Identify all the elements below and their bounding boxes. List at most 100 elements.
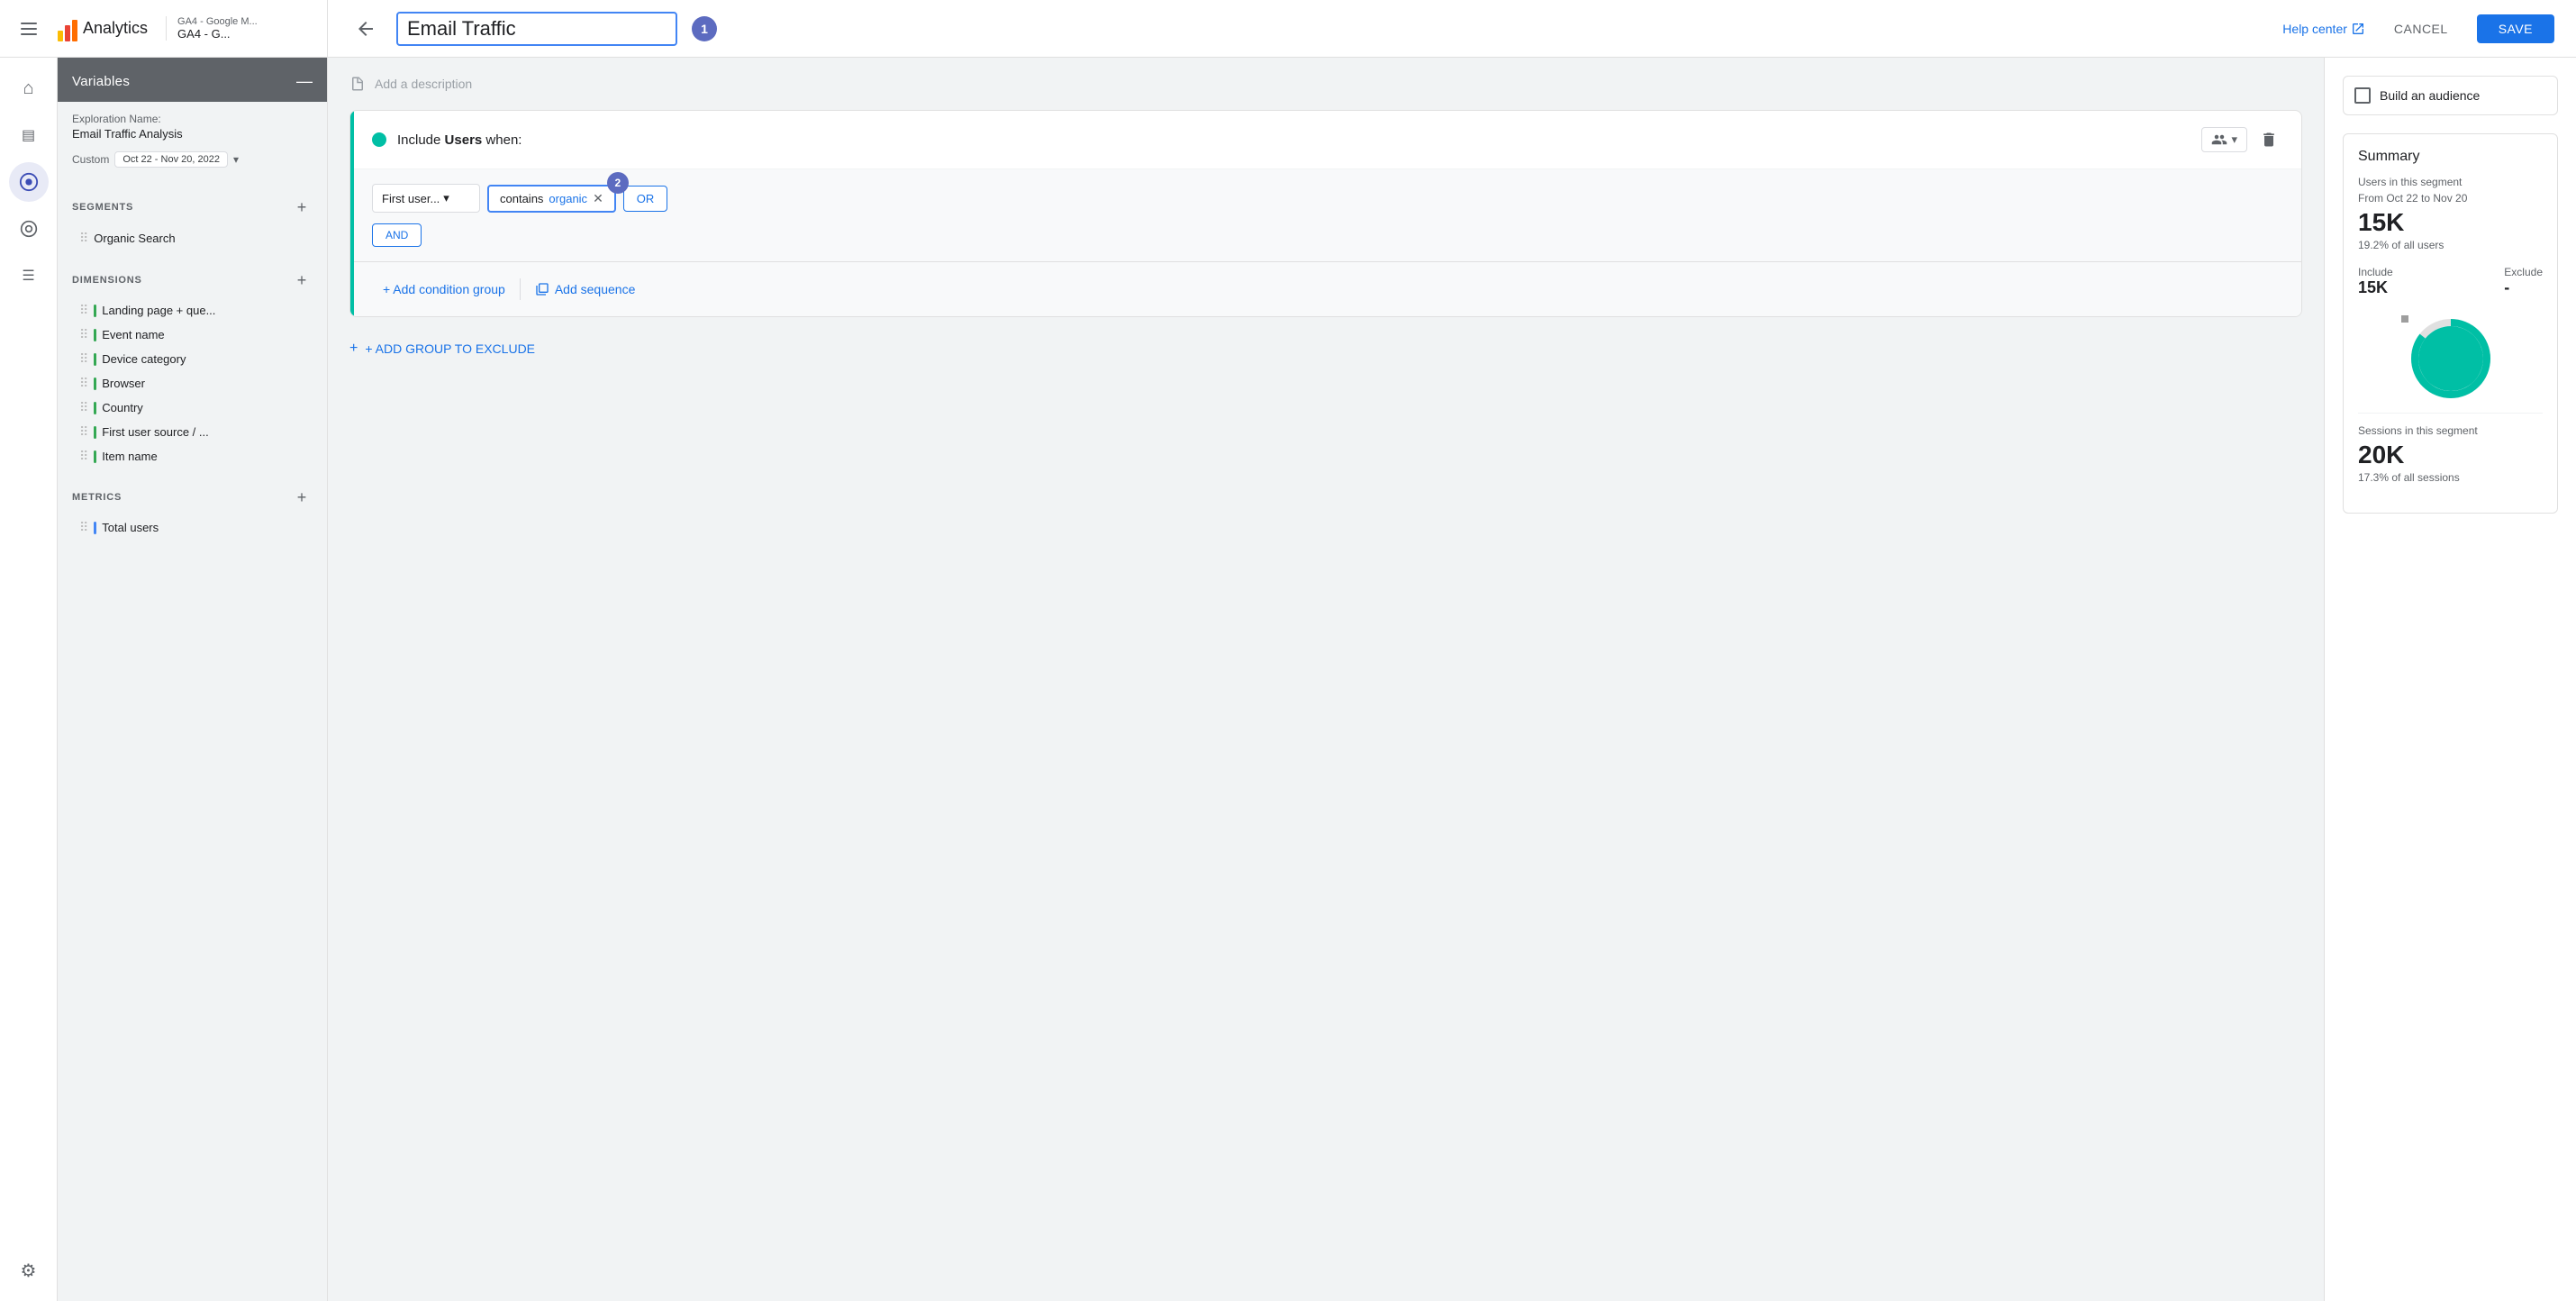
cancel-button[interactable]: CANCEL — [2380, 14, 2463, 43]
dim-landing-page[interactable]: ⠿ Landing page + que... — [72, 298, 313, 323]
menu-icon[interactable] — [14, 14, 43, 43]
summary-card: Summary Users in this segment From Oct 2… — [2343, 133, 2558, 514]
add-segment-button[interactable]: + — [291, 196, 313, 218]
filter-field-selector[interactable]: First user... ▾ — [372, 184, 480, 213]
nav-explore[interactable] — [9, 162, 49, 202]
main-content: 1 Help center CANCEL SAVE Add a descript… — [328, 0, 2576, 1301]
date-range-chip[interactable]: Oct 22 - Nov 20, 2022 — [114, 151, 228, 168]
nav-configure[interactable]: ☰ — [9, 256, 49, 296]
description-placeholder: Add a description — [375, 77, 472, 91]
filter-field-label: First user... — [382, 192, 440, 205]
drag-handle-icon: ⠿ — [79, 231, 88, 246]
help-center-label: Help center — [2282, 22, 2347, 36]
include-exclude-row: Include 15K Exclude - — [2358, 266, 2543, 297]
drag-handle-icon: ⠿ — [79, 351, 88, 367]
settings-icon[interactable]: ⚙ — [9, 1251, 49, 1290]
dim-browser[interactable]: ⠿ Browser — [72, 371, 313, 396]
dim-country[interactable]: ⠿ Country — [72, 396, 313, 420]
delete-condition-button[interactable] — [2254, 125, 2283, 154]
dim-indicator — [94, 426, 96, 439]
exclude-value: - — [2504, 278, 2543, 297]
dim-first-user-source[interactable]: ⠿ First user source / ... — [72, 420, 313, 444]
contains-chip[interactable]: contains organic ✕ — [487, 185, 616, 213]
add-metric-button[interactable]: + — [291, 487, 313, 508]
ga-label: GA4 - Google M... — [177, 16, 258, 27]
filter-area: First user... ▾ contains organic ✕ — [354, 169, 2301, 261]
sessions-count: 20K — [2358, 441, 2543, 469]
segment-title-input[interactable] — [396, 12, 677, 46]
drag-handle-icon: ⠿ — [79, 424, 88, 440]
analytics-logo-icon — [58, 16, 77, 41]
step1-badge: 1 — [692, 16, 717, 41]
add-sequence-button[interactable]: Add sequence — [524, 277, 647, 302]
segments-section: SEGMENTS + ⠿ Organic Search — [58, 186, 327, 259]
nav-reports[interactable]: ▤ — [9, 115, 49, 155]
sidebar: Variables — Exploration Name: Email Traf… — [58, 58, 327, 1301]
or-button[interactable]: OR — [623, 186, 668, 212]
ga-sublabel: GA4 - G... — [177, 27, 258, 41]
metrics-section: METRICS + ⠿ Total users — [58, 476, 327, 547]
condition-header: Include Users when: ▾ — [354, 111, 2301, 169]
condition-type-label: contains — [500, 192, 543, 205]
and-button[interactable]: AND — [372, 223, 422, 247]
dim-indicator — [94, 450, 96, 463]
audience-checkbox[interactable] — [2354, 87, 2371, 104]
date-custom-label: Custom — [72, 153, 109, 166]
include-col: Include 15K — [2358, 266, 2393, 297]
dim-indicator — [94, 329, 96, 341]
users-count: 15K — [2358, 208, 2543, 237]
donut-svg — [2406, 314, 2496, 404]
sessions-section: Sessions in this segment 20K 17.3% of al… — [2358, 413, 2543, 484]
sequence-icon — [535, 282, 549, 296]
brand-logo: Analytics — [58, 16, 148, 41]
left-nav: ⌂ ▤ ☰ ⚙ — [0, 58, 58, 1301]
include-dot — [372, 132, 386, 147]
divider — [520, 278, 521, 300]
dim-event-name[interactable]: ⠿ Event name — [72, 323, 313, 347]
add-condition-group-button[interactable]: + Add condition group — [372, 277, 516, 302]
date-range-selector[interactable]: Custom Oct 22 - Nov 20, 2022 ▾ — [72, 151, 313, 168]
dimensions-section: DIMENSIONS + ⠿ Landing page + que... ⠿ E… — [58, 259, 327, 476]
help-center-link[interactable]: Help center — [2282, 22, 2365, 36]
metric-total-users[interactable]: ⠿ Total users — [72, 515, 313, 540]
add-condition-group-label: + Add condition group — [383, 282, 505, 296]
segment-organic-search[interactable]: ⠿ Organic Search — [72, 225, 313, 251]
add-exclude-group-button[interactable]: + + ADD GROUP TO EXCLUDE — [349, 332, 2302, 366]
sessions-subtitle: Sessions in this segment — [2358, 424, 2543, 437]
condition-actions: ▾ — [2201, 125, 2283, 154]
dim-indicator — [94, 353, 96, 366]
users-pct: 19.2% of all users — [2358, 239, 2543, 251]
scope-dropdown-icon: ▾ — [2231, 132, 2237, 147]
scope-selector[interactable]: ▾ — [2201, 127, 2247, 152]
summary-title: Summary — [2358, 149, 2543, 165]
nav-home[interactable]: ⌂ — [9, 68, 49, 108]
save-button[interactable]: SAVE — [2477, 14, 2554, 43]
segment-name: Organic Search — [94, 232, 175, 245]
dim-name: Landing page + que... — [102, 304, 215, 317]
add-buttons-row: + Add condition group Add sequence — [354, 261, 2301, 316]
chip-close-button[interactable]: ✕ — [593, 192, 603, 205]
drag-handle-icon: ⠿ — [79, 520, 88, 535]
dim-indicator — [94, 402, 96, 414]
dim-name: Item name — [102, 450, 157, 463]
nav-advertising[interactable] — [9, 209, 49, 249]
donut-chart — [2358, 305, 2543, 413]
build-audience-row[interactable]: Build an audience — [2343, 76, 2558, 115]
add-dimension-button[interactable]: + — [291, 269, 313, 291]
collapse-icon[interactable]: — — [296, 72, 313, 91]
ga-property-selector[interactable]: GA4 - Google M... GA4 - G... — [166, 16, 258, 41]
exclude-col: Exclude - — [2504, 266, 2543, 297]
metric-indicator — [94, 522, 96, 534]
back-button[interactable] — [349, 13, 382, 45]
dim-name: Browser — [102, 377, 145, 390]
dim-device-category[interactable]: ⠿ Device category — [72, 347, 313, 371]
top-bar: 1 Help center CANCEL SAVE — [328, 0, 2576, 58]
dimensions-title: DIMENSIONS — [72, 275, 142, 286]
dim-item-name[interactable]: ⠿ Item name — [72, 444, 313, 469]
brand-name: Analytics — [83, 19, 148, 38]
drag-handle-icon: ⠿ — [79, 303, 88, 318]
date-dropdown-icon[interactable]: ▾ — [233, 153, 239, 166]
filter-row: First user... ▾ contains organic ✕ — [372, 184, 2283, 213]
description-row[interactable]: Add a description — [349, 76, 2302, 92]
build-audience-label: Build an audience — [2380, 88, 2480, 103]
